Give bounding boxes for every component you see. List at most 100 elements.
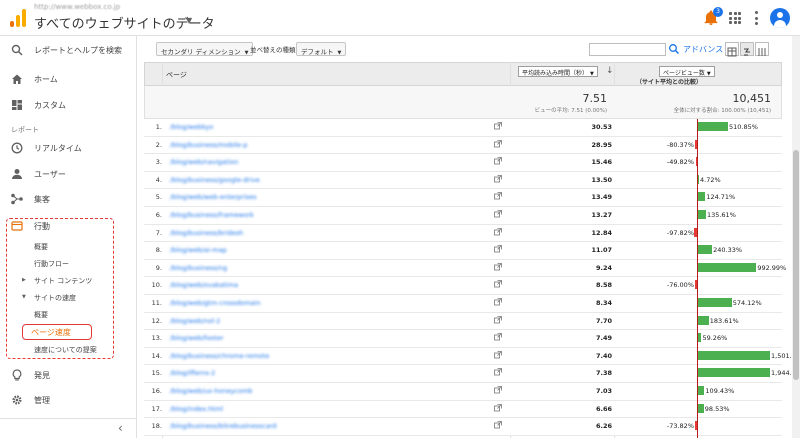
open-external-icon[interactable] (494, 139, 502, 148)
sidebar-item-users[interactable]: ユーザー (0, 162, 137, 186)
open-external-icon[interactable] (494, 403, 502, 412)
comparison-view-button[interactable] (740, 42, 754, 56)
table-row: 1. /blog/webkyo 30.53 510.85% (144, 119, 782, 137)
open-external-icon[interactable] (494, 368, 502, 376)
table-row: 8. /blog/web/ai-map 11.07 240.33% (144, 242, 782, 260)
page-link[interactable]: /blog/web/ux-honeycomb (170, 387, 252, 395)
sidebar-item-label: リアルタイム (34, 144, 82, 153)
table-row: 2. /blog/business/mobile-p 28.95 -80.37% (144, 136, 782, 155)
column-header-page[interactable]: ページ (166, 70, 187, 80)
page-link[interactable]: /blog/index.html (170, 405, 223, 413)
load-time-value: 6.26 (595, 422, 612, 431)
secondary-dimension-dropdown[interactable]: セカンダリ ディメンション ▼ (156, 42, 254, 56)
caret-down-icon: ▼ (244, 50, 249, 56)
sidebar-item-discover[interactable]: 発見 (0, 363, 137, 387)
page-link[interactable]: /blog/web/navigation (170, 158, 238, 166)
table-view-button[interactable] (725, 42, 739, 57)
page-link[interactable]: /blog/business/bitrebusinesscard (170, 422, 277, 430)
row-number: 15. (151, 369, 162, 378)
search-icon[interactable] (668, 43, 680, 55)
page-link[interactable]: /blog/web/footer (170, 334, 224, 342)
sidebar-item-home[interactable]: ホーム (0, 67, 137, 91)
sort-type-value: デフォルト (301, 48, 334, 56)
apps-grid-icon[interactable] (729, 12, 741, 24)
page-link[interactable]: /blog/ifferns-2 (170, 369, 215, 377)
secondary-dimension-label: セカンダリ ディメンション (161, 48, 241, 56)
account-url: http://www.webbox.co.jp (34, 3, 121, 11)
compare-metric-selector[interactable]: ページビュー数 ▼ (659, 66, 715, 77)
table-row: 7. /blog/business/bridesh 12.84 -97.82% (144, 224, 782, 243)
comparison-bar (698, 122, 728, 131)
sort-desc-icon[interactable]: ↓ (606, 66, 614, 76)
advanced-filter-link[interactable]: アドバンス (683, 44, 723, 55)
sort-type-dropdown[interactable]: デフォルト ▼ (296, 42, 347, 56)
open-external-icon[interactable] (494, 386, 502, 394)
open-external-icon[interactable] (494, 227, 502, 236)
open-external-icon[interactable] (494, 421, 502, 429)
page-scrollbar-thumb[interactable] (793, 150, 799, 380)
page-link[interactable]: /blog/web/gtm-crossdomain (170, 299, 261, 307)
row-number: 2. (155, 140, 162, 149)
open-external-icon[interactable] (494, 122, 502, 130)
avatar[interactable] (770, 8, 790, 28)
collapse-sidebar-button[interactable]: ‹ (0, 418, 137, 438)
open-external-icon[interactable] (494, 333, 502, 341)
summary-pageviews-value: 10,451 (732, 92, 772, 105)
comparison-percent: -97.82% (666, 228, 694, 237)
comparison-bar (698, 245, 713, 255)
page-link[interactable]: /blog/web/ovakatima (170, 281, 238, 289)
sidebar-item-custom[interactable]: カスタム (0, 93, 137, 117)
comparison-bar (698, 315, 709, 325)
sidebar-search[interactable]: レポートとヘルプを検索 (0, 38, 137, 62)
sidebar: レポートとヘルプを検索 ホーム カスタム レポート リアルタイム ユーザー 集客… (0, 36, 137, 438)
chevron-down-icon[interactable]: ▼ (186, 16, 192, 25)
comparison-baseline (697, 119, 698, 438)
page-link[interactable]: /blog/webkyo (170, 123, 213, 131)
row-number: 3. (155, 158, 162, 167)
row-number: 7. (155, 228, 162, 237)
page-link[interactable]: /blog/business/google-drive (170, 176, 260, 184)
page-link[interactable]: /blog/web/ai-map (170, 246, 227, 254)
load-time-value: 28.95 (591, 140, 612, 149)
table-row: 11. /blog/web/gtm-crossdomain 8.34 574.12% (144, 295, 782, 313)
load-time-value: 12.84 (591, 228, 612, 237)
table-search-input[interactable] (589, 43, 666, 56)
row-number: 6. (155, 211, 162, 219)
comparison-bar (698, 350, 770, 360)
open-external-icon[interactable] (494, 157, 502, 165)
sidebar-item-realtime[interactable]: リアルタイム (0, 136, 137, 160)
page-link[interactable]: /blog/business/framework (170, 211, 254, 219)
comparison-bar (698, 174, 699, 184)
open-external-icon[interactable] (494, 245, 502, 253)
open-external-icon[interactable] (494, 210, 502, 218)
sidebar-search-label: レポートとヘルプを検索 (34, 46, 122, 55)
comparison-bar (698, 210, 706, 219)
open-external-icon[interactable] (494, 262, 502, 271)
open-external-icon[interactable] (494, 192, 502, 200)
sidebar-item-admin[interactable]: 管理 (0, 388, 137, 412)
table-row: 17. /blog/index.html 6.66 98.53% (144, 400, 782, 419)
page-link[interactable]: /blog/business/mobile-p (170, 141, 247, 149)
load-time-value: 13.50 (591, 175, 612, 184)
comparison-percent: -80.37% (666, 140, 694, 149)
open-external-icon[interactable] (494, 174, 502, 183)
load-time-value: 13.27 (591, 211, 612, 219)
page-link[interactable]: /blog/business/bridesh (170, 229, 243, 237)
load-time-value: 11.07 (591, 246, 612, 255)
sidebar-item-label: カスタム (34, 101, 66, 110)
open-external-icon[interactable] (494, 350, 502, 359)
open-external-icon[interactable] (494, 280, 502, 288)
sidebar-item-acquisition[interactable]: 集客 (0, 187, 137, 211)
open-external-icon[interactable] (494, 298, 502, 306)
metric-selector[interactable]: 平均読み込み時間（秒） ▼ (518, 66, 598, 77)
comparison-bar (698, 386, 705, 395)
comparison-bar (698, 192, 706, 202)
page-link[interactable]: /blog/business/chrome-remote (170, 352, 269, 360)
more-vert-icon[interactable] (755, 11, 759, 25)
page-link[interactable]: /blog/web/web-enterprises (170, 193, 257, 201)
term-cloud-view-button[interactable] (755, 42, 769, 56)
page-link[interactable]: /blog/business/ng (170, 264, 227, 272)
caret-down-icon: ▼ (337, 50, 342, 56)
open-external-icon[interactable] (494, 315, 502, 324)
page-link[interactable]: /blog/web/nol-2 (170, 317, 220, 325)
